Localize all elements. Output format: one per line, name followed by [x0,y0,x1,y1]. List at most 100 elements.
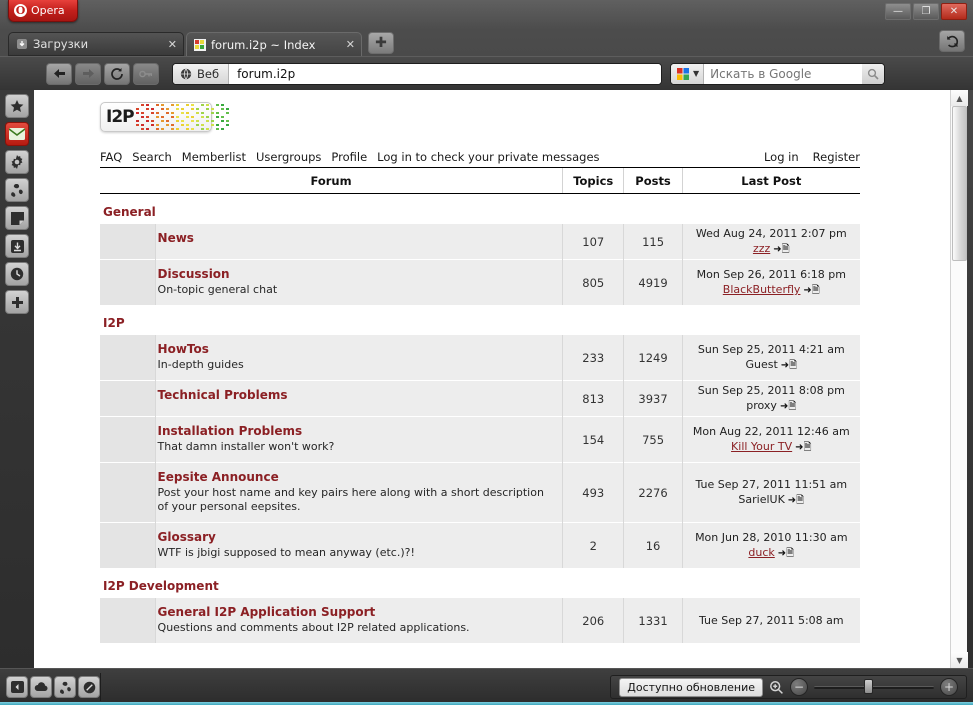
forum-link[interactable]: Eepsite Announce [158,470,555,485]
topics-count: 233 [563,335,624,381]
forum-page: I2P FAQ Search Memberlist Usergroups Pro… [34,90,942,643]
unite-icon[interactable] [54,676,76,698]
web-scope-chip[interactable]: Веб [173,64,229,84]
sidebar-item-history[interactable] [5,262,29,286]
forum-description: On-topic general chat [158,283,555,297]
forum-link[interactable]: Technical Problems [158,388,555,403]
nav-link-memberlist[interactable]: Memberlist [182,150,246,164]
tab-close-icon[interactable]: ✕ [340,38,355,51]
weather-icon[interactable] [30,676,52,698]
table-row[interactable]: Installation ProblemsThat damn installer… [100,417,860,463]
goto-last-post-icon[interactable]: ➜🗎 [778,548,794,559]
last-post-cell: Mon Aug 22, 2011 12:46 amKill Your TV➜🗎 [682,417,860,463]
scrollbar-thumb[interactable] [952,106,967,261]
zoom-in-button[interactable]: + [940,678,958,696]
goto-last-post-icon[interactable]: ➜🗎 [773,244,789,255]
last-post-author-row: Kill Your TV➜🗎 [687,439,856,455]
last-post-date: Tue Sep 27, 2011 5:08 am [687,613,856,628]
new-tab-button[interactable]: ✚ [368,32,394,54]
close-button[interactable]: ✕ [941,3,967,20]
table-row[interactable]: HowTosIn-depth guides2331249Sun Sep 25, … [100,335,860,381]
forum-link[interactable]: News [158,231,555,246]
sidebar-item-settings[interactable] [5,150,29,174]
reload-button[interactable] [104,63,130,85]
address-bar[interactable]: Веб [172,63,662,85]
nav-link-profile[interactable]: Profile [331,150,367,164]
search-bar[interactable]: ▼ [670,63,885,85]
goto-last-post-icon[interactable]: ➜🗎 [795,442,811,453]
last-post-author-row: proxy➜🗎 [687,398,856,414]
sidebar-item-downloads[interactable] [5,234,29,258]
last-post-author[interactable]: BlackButterfly [723,283,801,296]
minimize-button[interactable]: — [885,3,911,20]
i2p-logo[interactable]: I2P [100,102,212,132]
turbo-icon[interactable] [78,676,100,698]
url-input[interactable] [229,64,661,84]
last-post-author[interactable]: duck [748,546,774,559]
downloads-favicon-icon [16,38,28,50]
page-scrollbar-vertical[interactable]: ▲ ▼ [950,90,967,668]
forum-status-icon [100,381,155,417]
sidebar-item-unite[interactable] [5,178,29,202]
last-post-cell: Mon Jun 28, 2010 11:30 amduck➜🗎 [682,523,860,569]
last-post-cell: Tue Sep 27, 2011 5:08 am [682,598,860,644]
toggle-panels-icon[interactable] [6,676,28,698]
nav-link-usergroups[interactable]: Usergroups [256,150,321,164]
side-panel [0,90,34,668]
sidebar-item-notes[interactable] [5,206,29,230]
security-key-icon[interactable] [133,63,159,85]
zoom-out-button[interactable]: − [790,678,808,696]
tab-forum-i2p[interactable]: forum.i2p ~ Index ✕ [186,32,362,56]
forum-link[interactable]: Discussion [158,267,555,282]
opera-menu-button[interactable]: O Opera [8,0,78,22]
search-icon[interactable] [862,64,884,84]
table-row[interactable]: General I2P Application SupportQuestions… [100,598,860,644]
forward-button[interactable] [75,63,101,85]
last-post-cell: Sun Sep 25, 2011 8:08 pmproxy➜🗎 [682,381,860,417]
last-post-date: Mon Sep 26, 2011 6:18 pm [687,267,856,282]
zoom-slider-knob[interactable] [864,679,873,694]
table-row[interactable]: Technical Problems8133937Sun Sep 25, 201… [100,381,860,417]
last-post-author-row: Guest➜🗎 [687,357,856,373]
sidebar-item-bookmarks[interactable] [5,94,29,118]
forum-link[interactable]: General I2P Application Support [158,605,555,620]
update-available-badge[interactable]: Доступно обновление [619,678,763,697]
forum-link[interactable]: Installation Problems [158,424,555,439]
search-input[interactable] [704,64,862,84]
last-post-author[interactable]: Kill Your TV [731,440,792,453]
nav-link-login[interactable]: Log in [764,150,799,164]
tab-close-icon[interactable]: ✕ [162,38,177,51]
last-post-author[interactable]: zzz [753,242,770,255]
forum-name-cell: News [155,224,563,260]
i2p-logo-text: I2P [106,107,134,127]
nav-link-private-messages[interactable]: Log in to check your private messages [377,150,599,164]
nav-link-search[interactable]: Search [132,150,172,164]
back-button[interactable] [46,63,72,85]
zoom-slider[interactable] [814,678,934,696]
sidebar-item-add-panel[interactable] [5,290,29,314]
table-row[interactable]: Eepsite AnnouncePost your host name and … [100,463,860,523]
forum-name-cell: Technical Problems [155,381,563,417]
goto-last-post-icon[interactable]: ➜🗎 [781,360,797,371]
maximize-button[interactable]: ❐ [913,3,939,20]
forum-name-cell: GlossaryWTF is jbigi supposed to mean an… [155,523,563,569]
goto-last-post-icon[interactable]: ➜🗎 [780,401,796,412]
sidebar-item-mail[interactable] [5,122,29,146]
trash-reopen-tab-button[interactable] [939,30,965,52]
goto-last-post-icon[interactable]: ➜🗎 [803,285,819,296]
last-post-date: Sun Sep 25, 2011 4:21 am [687,342,856,357]
scroll-down-arrow-icon[interactable]: ▼ [951,652,968,668]
nav-link-faq[interactable]: FAQ [100,150,122,164]
forum-link[interactable]: Glossary [158,530,555,545]
scroll-up-arrow-icon[interactable]: ▲ [951,90,968,106]
nav-link-register[interactable]: Register [813,150,860,164]
zoom-icon[interactable] [769,680,784,695]
goto-last-post-icon[interactable]: ➜🗎 [788,495,804,506]
table-row[interactable]: GlossaryWTF is jbigi supposed to mean an… [100,523,860,569]
search-engine-selector[interactable]: ▼ [671,64,704,84]
table-row[interactable]: News107115Wed Aug 24, 2011 2:07 pmzzz➜🗎 [100,224,860,260]
table-row[interactable]: DiscussionOn-topic general chat8054919Mo… [100,260,860,306]
forum-link[interactable]: HowTos [158,342,555,357]
tab-downloads[interactable]: Загрузки ✕ [8,32,184,56]
chevron-down-icon[interactable]: ▼ [693,69,699,78]
